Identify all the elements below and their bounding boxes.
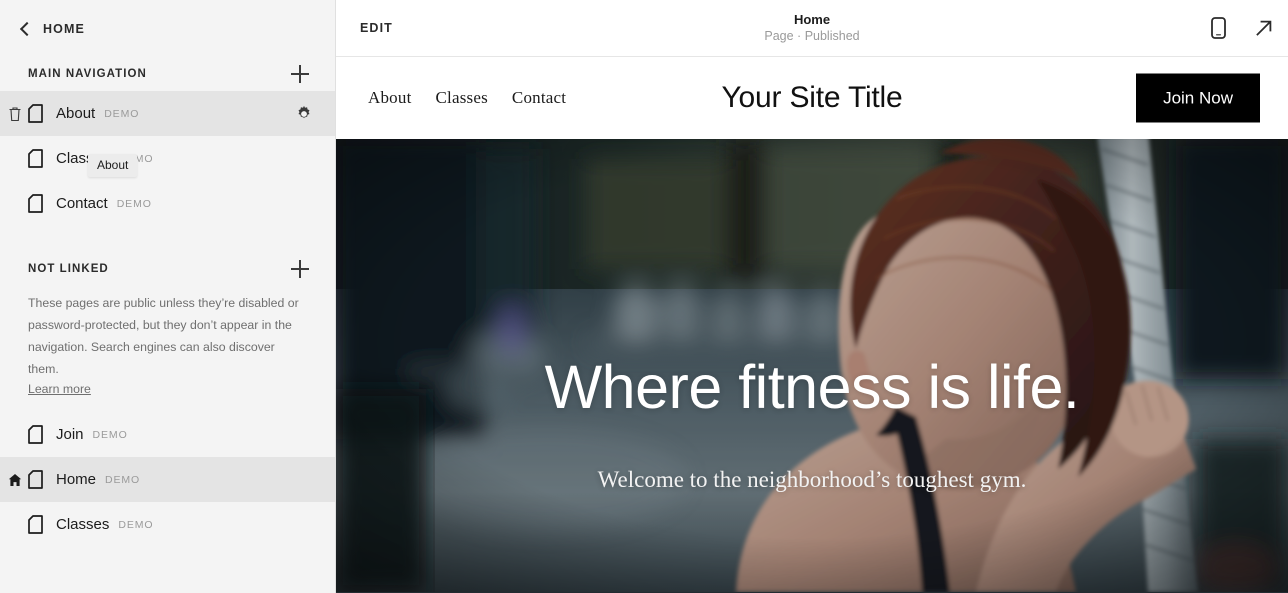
page-row-label: Join [56, 426, 84, 443]
section-title: MAIN NAVIGATION [28, 68, 147, 80]
mobile-preview-icon[interactable] [1206, 16, 1230, 40]
page-row-classes-unlinked[interactable]: Classes DEMO [0, 502, 335, 547]
gear-icon[interactable] [295, 105, 313, 123]
preview-toolbar: EDIT Home Page · Published [336, 0, 1288, 57]
home-icon [5, 457, 25, 502]
page-icon [28, 194, 43, 213]
site-nav-link-about[interactable]: About [368, 88, 412, 108]
page-row-contact[interactable]: Contact DEMO [0, 181, 335, 226]
chevron-left-icon [18, 22, 32, 36]
plus-icon[interactable] [289, 258, 311, 280]
notice-spacer [0, 398, 335, 412]
page-row-label: Home [56, 471, 97, 488]
edit-button[interactable]: EDIT [360, 21, 393, 35]
app-root: HOME MAIN NAVIGATION About DEMO About Cl… [0, 0, 1288, 593]
preview-toolbar-actions [1206, 16, 1276, 40]
section-header-not-linked: NOT LINKED [0, 252, 335, 286]
page-row-label: Contact [56, 195, 108, 212]
site-navigation: About Classes Contact [368, 88, 566, 108]
page-icon [28, 515, 43, 534]
page-row-label: Classes [56, 516, 110, 533]
demo-badge: DEMO [116, 197, 152, 210]
trash-icon[interactable] [5, 91, 25, 136]
site-preview-panel: EDIT Home Page · Published About Classes… [336, 0, 1288, 593]
page-title: Home [793, 11, 831, 27]
page-row-label: About [56, 105, 96, 122]
site-header: About Classes Contact Your Site Title Jo… [336, 57, 1288, 139]
page-icon [28, 470, 43, 489]
demo-badge: DEMO [92, 428, 128, 441]
page-row-home[interactable]: Home DEMO [0, 457, 335, 502]
learn-more-link[interactable]: Learn more [28, 382, 91, 396]
join-now-button[interactable]: Join Now [1136, 73, 1260, 123]
section-title: NOT LINKED [28, 263, 109, 275]
page-status: Page · Published [764, 28, 860, 43]
back-label: HOME [43, 21, 85, 36]
demo-badge: DEMO [104, 107, 140, 120]
not-linked-notice: These pages are public unless they’re di… [0, 286, 335, 398]
page-icon [28, 425, 43, 444]
page-row-about[interactable]: About DEMO [0, 91, 335, 136]
plus-icon[interactable] [289, 63, 311, 85]
hero-text-block: Where fitness is life. Welcome to the ne… [336, 139, 1288, 593]
page-icon [28, 104, 43, 123]
page-tooltip: About [88, 154, 138, 177]
notice-text: These pages are public unless they’re di… [28, 296, 299, 376]
site-nav-link-contact[interactable]: Contact [512, 88, 566, 108]
external-link-icon[interactable] [1252, 16, 1276, 40]
pages-sidebar: HOME MAIN NAVIGATION About DEMO About Cl… [0, 0, 336, 593]
page-icon [28, 149, 43, 168]
section-header-main-navigation: MAIN NAVIGATION [0, 57, 335, 91]
demo-badge: DEMO [118, 518, 154, 531]
site-nav-link-classes[interactable]: Classes [436, 88, 488, 108]
hero-section: Where fitness is life. Welcome to the ne… [336, 139, 1288, 593]
hero-subheading: Welcome to the neighborhood’s toughest g… [597, 467, 1027, 492]
demo-badge: DEMO [105, 473, 141, 486]
hero-heading: Where fitness is life. [544, 353, 1080, 421]
back-to-home-button[interactable]: HOME [0, 0, 335, 57]
preview-title-block: Home Page · Published [336, 12, 1288, 45]
page-row-join[interactable]: Join DEMO [0, 412, 335, 457]
page-row-classes[interactable]: Classes DEMO [0, 136, 335, 181]
